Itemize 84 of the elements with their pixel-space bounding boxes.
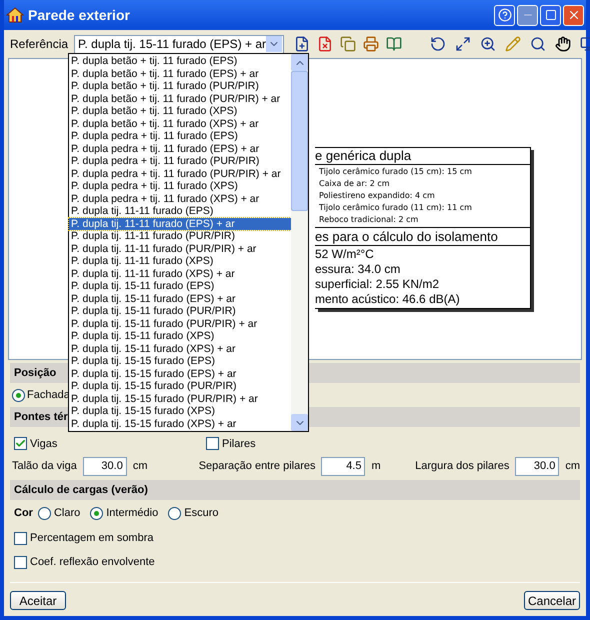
- field-label: Largura dos pilares: [415, 458, 510, 474]
- checkbox[interactable]: [14, 556, 27, 568]
- window-title: Parede exterior: [28, 6, 131, 24]
- layer-text: Reboco tradicional: 2 cm: [319, 214, 420, 226]
- radio-button[interactable]: [38, 506, 51, 520]
- number-field[interactable]: 30.0: [82, 456, 127, 476]
- checkbox[interactable]: [14, 532, 27, 544]
- dropdown-item[interactable]: P. dupla tij. 15-15 furado (XPS): [69, 405, 291, 418]
- dropdown-item[interactable]: P. dupla tij. 15-15 furado (PUR/PIR) + ar: [69, 392, 291, 405]
- dropdown-item[interactable]: P. dupla tij. 15-15 furado (EPS) + ar: [69, 368, 291, 380]
- house-icon: [6, 6, 24, 24]
- dropdown-item[interactable]: P. dupla pedra + tij. 11 furado (PUR/PIR): [69, 155, 291, 168]
- fachada-radio[interactable]: [12, 388, 25, 402]
- scroll-thumb[interactable]: [291, 71, 308, 211]
- radio-button[interactable]: [168, 506, 182, 520]
- dropdown-item[interactable]: P. dupla tij. 15-11 furado (PUR/PIR): [69, 305, 291, 318]
- scroll-down-icon[interactable]: [291, 414, 308, 431]
- dropdown-item[interactable]: P. dupla tij. 11-11 furado (XPS) + ar: [69, 268, 291, 280]
- scrollbar[interactable]: [291, 54, 308, 431]
- card-section-title: es para o cálculo do isolamento: [315, 227, 530, 246]
- dropdown-item[interactable]: P. dupla pedra + tij. 11 furado (XPS) + ar: [69, 192, 291, 205]
- unit-label: cm: [565, 458, 580, 474]
- layer-text: Caixa de ar: 2 cm: [319, 178, 391, 190]
- checkbox-label: Vigas: [30, 436, 58, 452]
- dialog-button[interactable]: Cancelar: [524, 591, 580, 610]
- dialog-button[interactable]: Aceitar: [10, 591, 66, 610]
- unit-label: m: [371, 458, 381, 474]
- dropdown-item[interactable]: P. dupla tij. 11-11 furado (PUR/PIR): [69, 230, 291, 242]
- dropdown-item[interactable]: P. dupla tij. 11-11 furado (EPS) + ar: [69, 218, 291, 230]
- checkbox[interactable]: [14, 437, 27, 450]
- radio-button[interactable]: [90, 506, 104, 520]
- layer-text: Tijolo cerâmico furado (15 cm): 15 cm: [319, 166, 473, 178]
- close-button[interactable]: [563, 4, 584, 26]
- field-label: Separação entre pilares: [198, 458, 316, 474]
- radio-label: Escuro: [184, 506, 218, 521]
- field-label: Talão da viga: [12, 458, 77, 474]
- printer-icon[interactable]: [361, 34, 382, 54]
- number-field[interactable]: 30.0: [515, 456, 560, 476]
- section-header: Cálculo de cargas (verão): [10, 480, 580, 500]
- minimize-button[interactable]: [517, 4, 538, 26]
- maximize-icon: [544, 9, 556, 21]
- layer-text: Poliestireno expandido: 4 cm: [319, 190, 436, 202]
- dropdown-item[interactable]: P. dupla tij. 15-11 furado (XPS) + ar: [69, 342, 291, 355]
- dropdown-item[interactable]: P. dupla pedra + tij. 11 furado (PUR/PIR) + ar: [69, 168, 291, 180]
- copy-icon[interactable]: [338, 34, 358, 54]
- dropdown-item[interactable]: P. dupla betão + tij. 11 furado (EPS): [69, 55, 291, 68]
- dropdown-item[interactable]: P. dupla tij. 11-11 furado (EPS): [69, 205, 291, 218]
- dropdown-item[interactable]: P. dupla betão + tij. 11 furado (XPS) + ar: [69, 118, 291, 130]
- card-title: e genérica dupla: [315, 148, 530, 165]
- dropdown-item[interactable]: P. dupla tij. 15-11 furado (XPS): [69, 330, 291, 342]
- number-field[interactable]: 4.5: [321, 456, 366, 476]
- dropdown-item[interactable]: P. dupla tij. 11-11 furado (PUR/PIR) + ar: [69, 242, 291, 255]
- checkbox[interactable]: [206, 437, 219, 450]
- unit-label: cm: [132, 458, 148, 474]
- dropdown-item[interactable]: P. dupla tij. 15-15 furado (PUR/PIR): [69, 380, 291, 392]
- maximize-button[interactable]: [540, 4, 561, 26]
- checkbox-label: Coef. reflexão envolvente: [30, 554, 155, 570]
- property-text: superficial: 2.55 KN/m2: [315, 277, 440, 292]
- dropdown-item[interactable]: P. dupla tij. 15-11 furado (EPS) + ar: [69, 292, 291, 305]
- property-text: mento acústico: 46.6 dB(A): [315, 292, 461, 307]
- help-button[interactable]: [494, 4, 515, 26]
- reference-combobox[interactable]: P. dupla tij. 15-11 furado (EPS) + ar: [74, 34, 284, 54]
- hand-icon[interactable]: [553, 34, 574, 54]
- dropdown-item[interactable]: P. dupla betão + tij. 11 furado (XPS): [69, 105, 291, 118]
- dropdown-item[interactable]: P. dupla pedra + tij. 11 furado (EPS) + ar: [69, 142, 291, 155]
- dropdown-item[interactable]: P. dupla pedra + tij. 11 furado (XPS): [69, 180, 291, 192]
- checkbox-label: Percentagem em sombra: [30, 530, 154, 546]
- color-label: Cor: [14, 506, 33, 521]
- property-text: 52 W/m²°C: [315, 247, 375, 262]
- checkbox-label: Pilares: [222, 436, 256, 452]
- dropdown-item[interactable]: P. dupla tij. 15-11 furado (PUR/PIR) + ar: [69, 318, 291, 330]
- property-text: essura: 34.0 cm: [315, 262, 402, 277]
- layer-text: Tijolo cerâmico furado (11 cm): 11 cm: [319, 202, 473, 214]
- dropdown-item[interactable]: P. dupla tij. 15-11 furado (EPS): [69, 280, 291, 292]
- dropdown-item[interactable]: P. dupla tij. 15-15 furado (XPS) + ar: [69, 418, 291, 430]
- dropdown-item[interactable]: P. dupla betão + tij. 11 furado (PUR/PIR) + ar: [69, 92, 291, 105]
- dropdown-item[interactable]: P. dupla betão + tij. 11 furado (EPS) + ar: [69, 68, 291, 80]
- dropdown-item[interactable]: P. dupla betão + tij. 11 furado (PUR/PIR): [69, 80, 291, 92]
- reference-label: Referência: [10, 36, 68, 53]
- radio-label: Intermédio: [106, 506, 158, 521]
- dropdown-item[interactable]: P. dupla pedra + tij. 11 furado (EPS): [69, 130, 291, 142]
- radio-label: Claro: [54, 506, 80, 521]
- help-icon: [498, 8, 512, 22]
- dropdown-item[interactable]: P. dupla tij. 11-11 furado (XPS): [69, 255, 291, 268]
